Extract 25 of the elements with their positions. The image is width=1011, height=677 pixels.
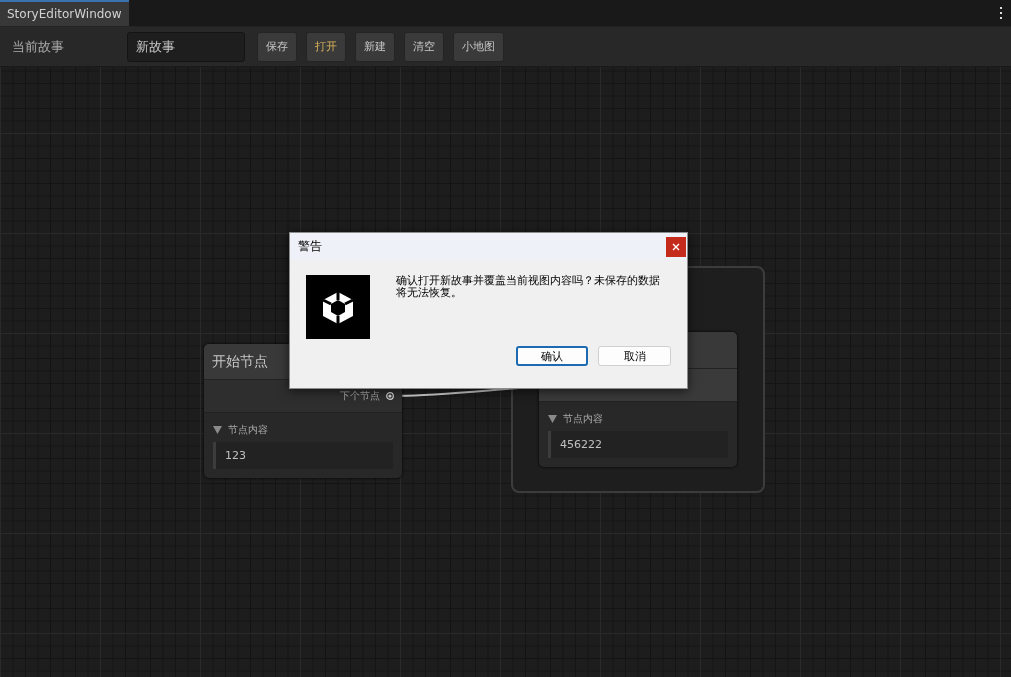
- close-button[interactable]: [666, 236, 686, 257]
- expanded-triangle-icon[interactable]: [213, 426, 222, 434]
- section-label: 节点内容: [228, 423, 268, 437]
- dialog-message: 确认打开新故事并覆盖当前视图内容吗？未保存的数据将无法恢复。: [396, 275, 661, 301]
- node-title: 开始节点: [212, 352, 268, 371]
- story-label: 当前故事: [12, 37, 65, 56]
- toolbar-button[interactable]: 保存: [257, 31, 297, 62]
- window-tab[interactable]: StoryEditorWindow: [0, 0, 129, 26]
- expanded-triangle-icon[interactable]: [548, 415, 557, 423]
- toolbar-button[interactable]: 新建: [355, 31, 395, 62]
- toolbar-button[interactable]: 小地图: [453, 31, 504, 62]
- port-label: 下个节点: [340, 389, 380, 403]
- toolbar-button[interactable]: 打开: [306, 31, 346, 62]
- story-name-field[interactable]: 新故事: [127, 31, 245, 62]
- cube-logo-icon: [306, 275, 370, 339]
- close-icon: [672, 242, 680, 251]
- content-field[interactable]: 123: [213, 442, 393, 469]
- dialog-button[interactable]: 确认: [516, 346, 588, 366]
- content-field[interactable]: 456222: [548, 431, 728, 458]
- section-label: 节点内容: [563, 412, 603, 426]
- dialog-title: 警告: [298, 238, 322, 255]
- toolbar-button[interactable]: 清空: [404, 31, 444, 62]
- port-icon[interactable]: [386, 392, 394, 400]
- more-menu-icon[interactable]: [999, 7, 1003, 19]
- dialog-button[interactable]: 取消: [598, 346, 671, 366]
